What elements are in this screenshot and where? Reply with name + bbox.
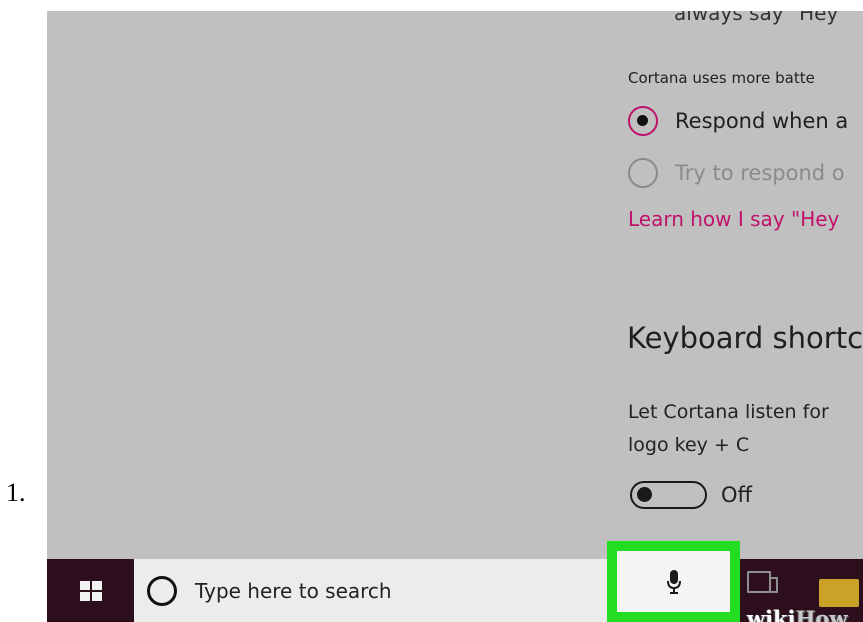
keyboard-shortcut-description: Let Cortana listen for logo key + C <box>628 396 829 462</box>
radio-button-selected-icon[interactable] <box>628 106 658 136</box>
microphone-icon <box>666 569 681 594</box>
keyboard-shortcut-heading: Keyboard shortc <box>627 321 863 355</box>
windows-logo-icon <box>79 580 102 601</box>
radio-option-try-to-respond[interactable]: Try to respond o <box>628 158 845 188</box>
radio-option-respond[interactable]: Respond when a <box>628 106 848 136</box>
microphone-button-highlight[interactable] <box>607 541 740 622</box>
screenshot-frame: always say "Hey Cortana uses more batte … <box>47 11 863 622</box>
learn-how-link[interactable]: Learn how I say "Hey <box>628 207 839 231</box>
taskbar: Type here to search wikiHow <box>47 541 863 622</box>
file-explorer-folder-icon[interactable] <box>819 579 859 607</box>
radio-button-unselected-icon[interactable] <box>628 158 658 188</box>
task-view-icon[interactable] <box>747 571 778 593</box>
step-number: 1. <box>6 478 26 507</box>
toggle-switch[interactable] <box>630 481 707 509</box>
taskbar-search-box[interactable]: Type here to search <box>134 559 607 622</box>
toggle-knob-icon <box>637 487 652 502</box>
shortcut-description-line-2: logo key + C <box>628 434 750 456</box>
radio-option-try-label: Try to respond o <box>675 161 845 185</box>
clipped-top-text: always say "Hey <box>674 11 839 25</box>
radio-option-respond-label: Respond when a <box>675 109 849 133</box>
watermark-suffix: How <box>795 606 848 622</box>
watermark: wikiHow <box>747 606 848 622</box>
cortana-settings-pane: always say "Hey Cortana uses more batte … <box>47 11 863 559</box>
start-button[interactable] <box>47 559 134 622</box>
shortcut-description-line-1: Let Cortana listen for <box>628 401 829 423</box>
search-placeholder: Type here to search <box>195 578 392 603</box>
watermark-prefix: wiki <box>747 606 796 622</box>
cortana-circle-icon <box>147 575 177 606</box>
battery-usage-note: Cortana uses more batte <box>628 69 815 87</box>
keyboard-shortcut-toggle-row[interactable]: Off <box>630 481 752 509</box>
toggle-state-label: Off <box>721 483 752 507</box>
